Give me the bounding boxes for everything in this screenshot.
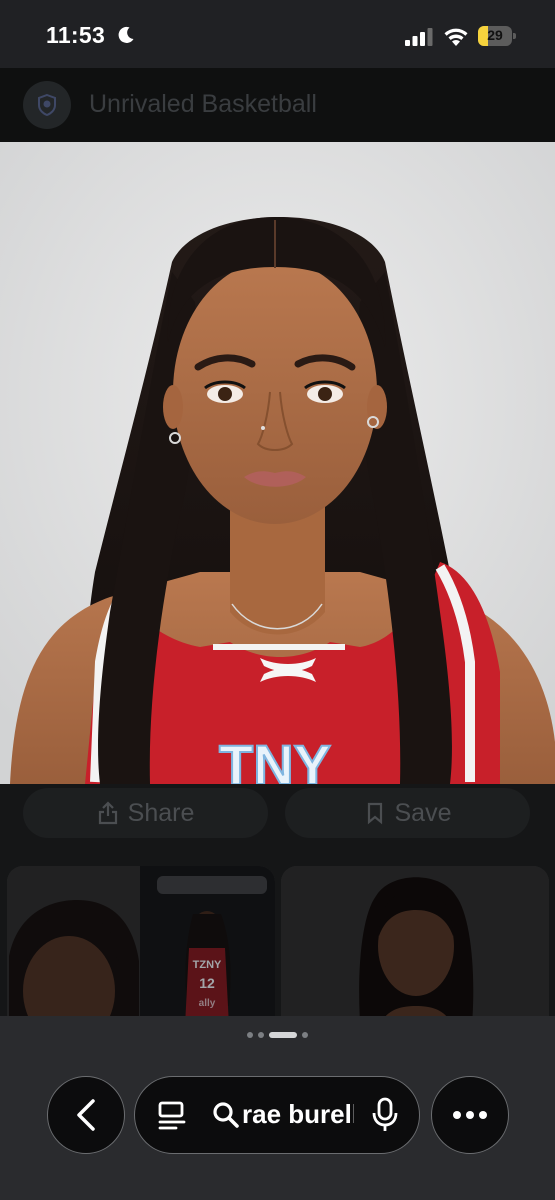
search-query[interactable]: rae burell <box>242 1099 354 1130</box>
search-icon <box>213 1102 239 1128</box>
source-name: Unrivaled Basketball <box>89 90 317 118</box>
jersey-text: TNY <box>219 733 331 784</box>
share-button[interactable]: Share <box>23 788 268 838</box>
page-indicator <box>0 1030 555 1040</box>
related-image-1[interactable]: TZNY 12 ally <box>7 866 275 1016</box>
page-dot <box>302 1032 308 1038</box>
lens-icon[interactable] <box>157 1100 187 1130</box>
battery-icon: 29 <box>478 26 516 46</box>
related-images: TZNY 12 ally <box>0 842 555 1016</box>
more-button[interactable] <box>431 1076 509 1154</box>
search-bar[interactable]: rae burell <box>134 1076 420 1154</box>
bookmark-icon <box>367 802 382 825</box>
related-image-2[interactable] <box>281 866 549 1016</box>
back-arrow-icon <box>77 1099 95 1131</box>
save-label: Save <box>394 798 452 827</box>
wifi-icon <box>444 28 468 46</box>
page-dot-active <box>269 1032 297 1038</box>
page-dot <box>258 1032 264 1038</box>
status-bar: 11:53 29 <box>0 0 555 68</box>
mic-icon[interactable] <box>371 1097 399 1133</box>
share-icon <box>98 801 117 825</box>
share-label: Share <box>127 798 195 827</box>
unrivaled-logo-icon <box>23 81 71 129</box>
back-button[interactable] <box>47 1076 125 1154</box>
source-header[interactable]: Unrivaled Basketball <box>0 68 555 142</box>
action-row: Share Save <box>0 784 555 842</box>
moon-icon <box>118 26 134 43</box>
save-button[interactable]: Save <box>285 788 530 838</box>
status-time: 11:53 <box>46 22 106 48</box>
bottom-bar: rae burell <box>0 1016 555 1200</box>
battery-level: 29 <box>487 27 503 43</box>
signal-icon <box>405 28 433 46</box>
main-image[interactable]: TNY <box>0 142 555 784</box>
more-dots-icon <box>453 1111 487 1119</box>
page-dot <box>247 1032 253 1038</box>
